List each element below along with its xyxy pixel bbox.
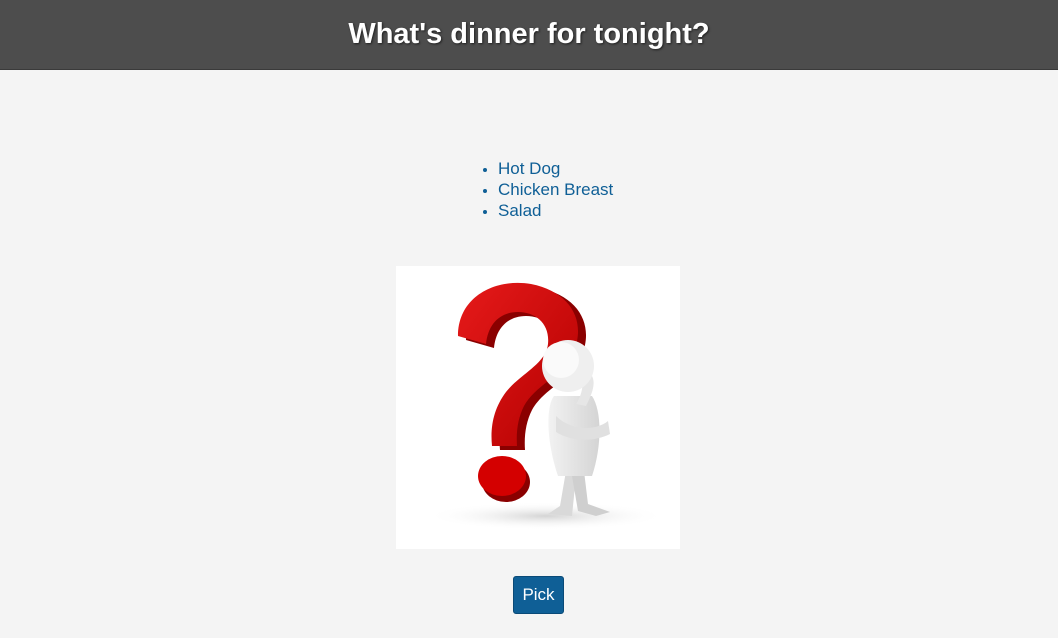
page-header: What's dinner for tonight?: [0, 0, 1058, 70]
thinking-figure-image: [396, 266, 680, 549]
page-title: What's dinner for tonight?: [348, 18, 710, 50]
list-item: Chicken Breast: [498, 179, 613, 200]
pick-button[interactable]: Pick: [513, 576, 564, 614]
thinking-figure-question-mark-icon: [426, 282, 666, 530]
list-item: Salad: [498, 200, 613, 221]
list-item: Hot Dog: [498, 158, 613, 179]
dinner-options-list: Hot Dog Chicken Breast Salad: [480, 158, 613, 221]
